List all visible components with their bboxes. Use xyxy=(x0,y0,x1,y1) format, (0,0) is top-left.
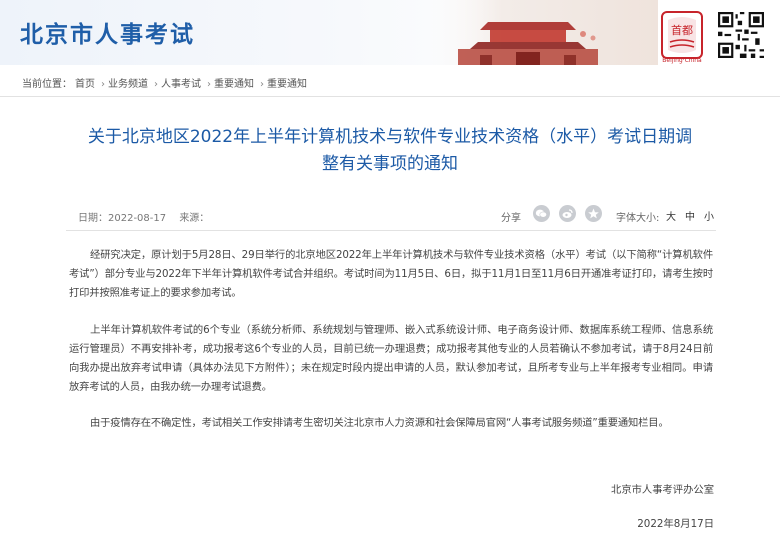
paragraph-text: 由于疫情存在不确定性，考试相关工作安排请考生密切关注北京市人力资源和社会保障局官… xyxy=(90,417,669,429)
date-label: 日期： xyxy=(78,213,108,224)
signoff-date: 2022年8月17日 xyxy=(637,518,714,530)
paragraph-2: 上半年计算机软件考试的6个专业（系统分析师、系统规划与管理师、嵌入式系统设计师、… xyxy=(69,321,713,397)
chevron-right-icon: › xyxy=(207,79,211,90)
divider xyxy=(0,96,780,97)
font-size-medium-button[interactable]: 中 xyxy=(685,208,695,223)
chevron-right-icon: › xyxy=(101,79,105,90)
wechat-icon[interactable] xyxy=(533,205,550,222)
site-header: 北京市人事考试 首都 Beijing·China xyxy=(0,0,780,65)
breadcrumb-label: 当前位置： xyxy=(22,79,72,90)
chevron-right-icon: › xyxy=(154,79,158,90)
signoff-org: 北京市人事考评办公室 xyxy=(611,484,714,496)
breadcrumb: 当前位置： 首页 › 业务频道 › 人事考试 › 重要通知 › 重要通知 xyxy=(22,75,310,90)
breadcrumb-item-exam[interactable]: 人事考试 xyxy=(161,79,201,90)
tiananmen-gate-image xyxy=(418,0,658,65)
paragraph-text: 上半年计算机软件考试的6个专业（系统分析师、系统规划与管理师、嵌入式系统设计师、… xyxy=(69,324,713,393)
capital-logo-icon: 首都 xyxy=(661,11,703,59)
share-label: 分享 xyxy=(501,213,521,224)
site-title[interactable]: 北京市人事考试 xyxy=(20,15,195,49)
breadcrumb-item-home[interactable]: 首页 xyxy=(75,79,95,90)
breadcrumb-item-notice[interactable]: 重要通知 xyxy=(214,79,254,90)
publish-date: 2022-08-17 xyxy=(108,213,167,224)
breadcrumb-item-notice-current[interactable]: 重要通知 xyxy=(267,79,307,90)
source-label: 来源： xyxy=(179,213,210,224)
logo-subtitle: Beijing·China xyxy=(662,57,702,64)
title-line-1: 关于北京地区2022年上半年计算机技术与软件专业技术资格（水平）考试日期调 xyxy=(87,127,693,147)
qr-code-icon xyxy=(718,12,764,58)
font-size-large-button[interactable]: 大 xyxy=(666,208,676,223)
qzone-icon[interactable] xyxy=(585,205,602,222)
font-size-small-button[interactable]: 小 xyxy=(704,208,714,223)
title-line-2: 整有关事项的通知 xyxy=(322,154,458,174)
article-meta: 日期：2022-08-17 来源： xyxy=(78,209,209,224)
page-title: 关于北京地区2022年上半年计算机技术与软件专业技术资格（水平）考试日期调 整有… xyxy=(50,124,730,178)
chevron-right-icon: › xyxy=(260,79,264,90)
divider xyxy=(66,230,716,231)
weibo-icon[interactable] xyxy=(559,205,576,222)
breadcrumb-item-business[interactable]: 业务频道 xyxy=(108,79,148,90)
paragraph-text: 经研究决定，原计划于5月28日、29日举行的北京地区2022年上半年计算机技术与… xyxy=(69,249,713,299)
font-size-label: 字体大小: xyxy=(616,213,660,224)
paragraph-1: 经研究决定，原计划于5月28日、29日举行的北京地区2022年上半年计算机技术与… xyxy=(69,246,713,303)
paragraph-3: 由于疫情存在不确定性，考试相关工作安排请考生密切关注北京市人力资源和社会保障局官… xyxy=(69,414,713,433)
svg-text:首都: 首都 xyxy=(671,23,693,37)
